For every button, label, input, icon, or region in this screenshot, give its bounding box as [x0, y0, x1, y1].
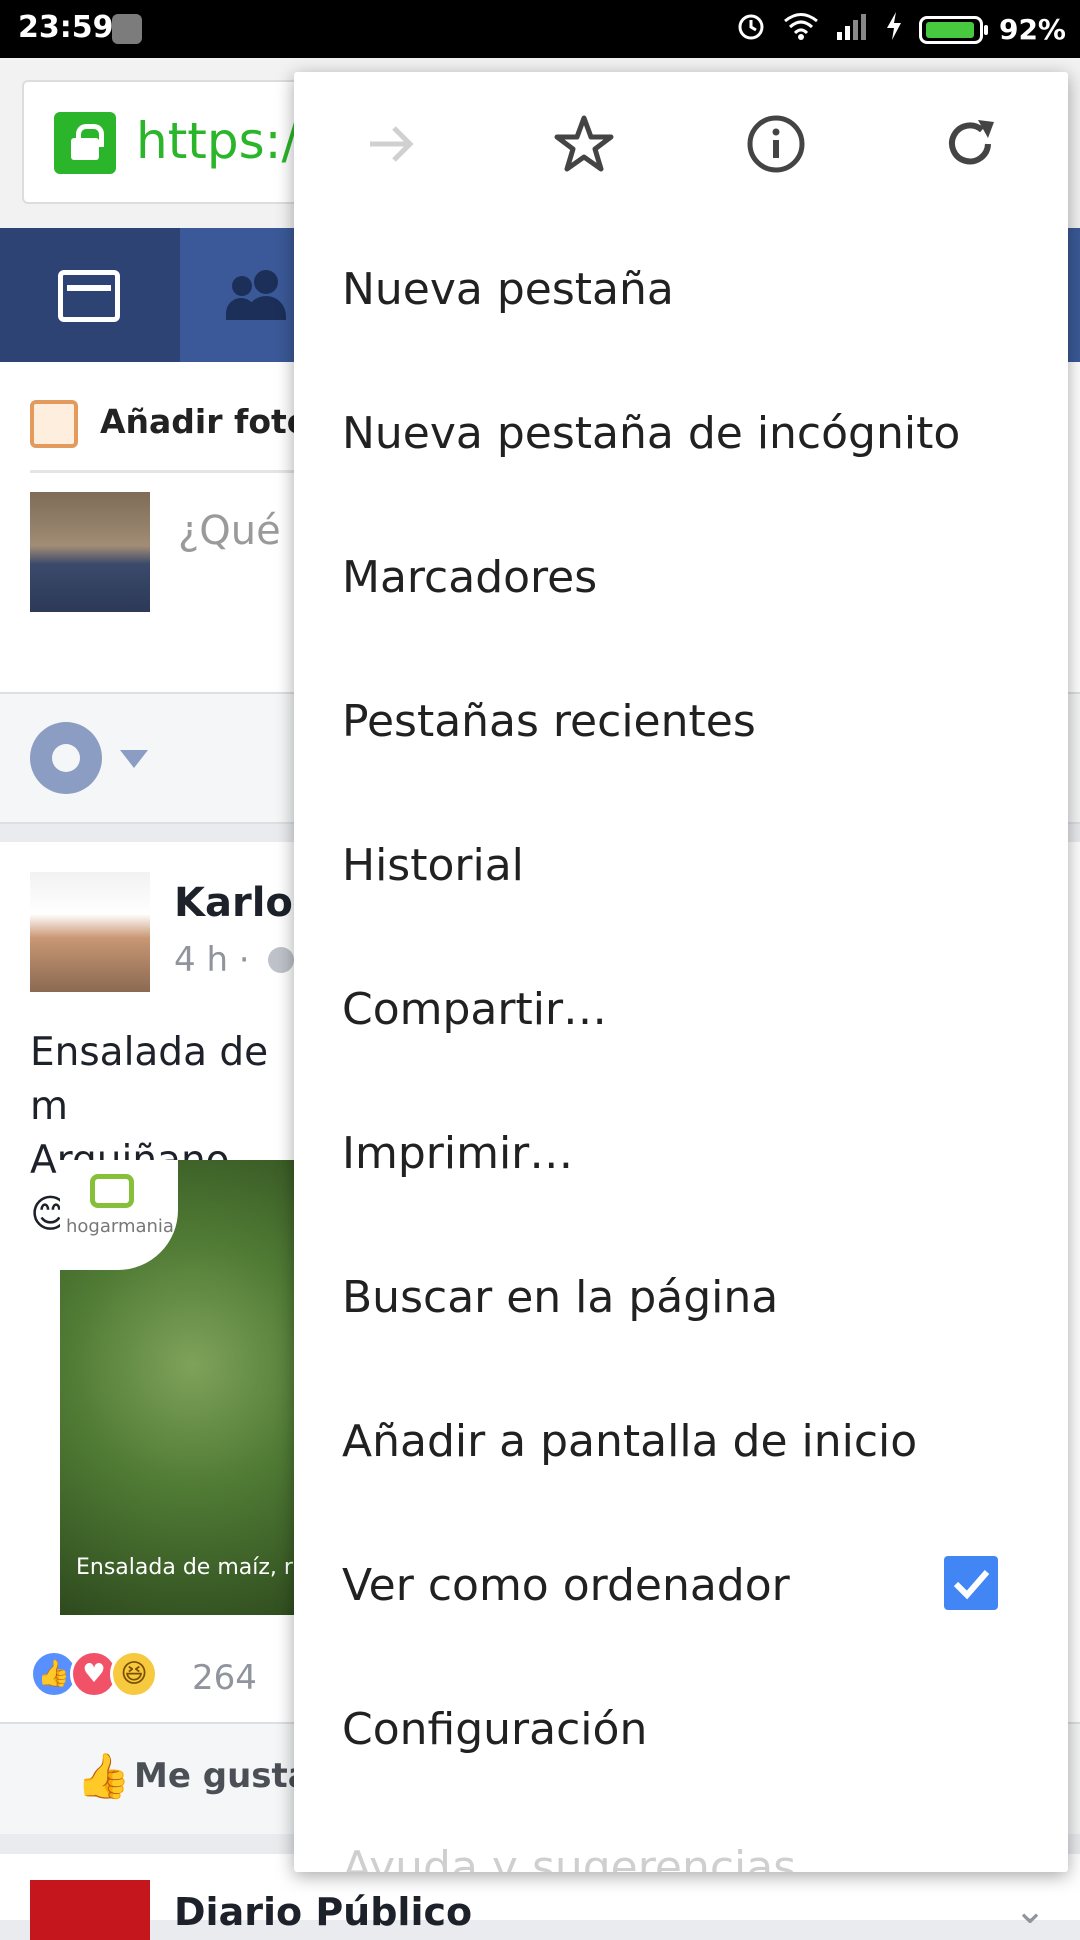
menu-item-history[interactable]: Historial — [342, 806, 1032, 926]
menu-item-find-in-page[interactable]: Buscar en la página — [342, 1238, 1032, 1358]
next-post-avatar[interactable] — [30, 1880, 150, 1940]
menu-item-share[interactable]: Compartir… — [342, 950, 1032, 1070]
lock-icon — [54, 112, 116, 174]
browser-overflow-menu: Nueva pestaña Nueva pestaña de incógnito… — [294, 72, 1068, 1872]
caret-down-icon[interactable] — [120, 750, 148, 768]
alarm-icon — [735, 10, 767, 49]
desktop-site-checkbox[interactable] — [944, 1556, 998, 1610]
like-button[interactable]: Me gusta — [134, 1756, 311, 1796]
star-icon[interactable] — [552, 112, 616, 176]
url-text[interactable]: https:// — [136, 112, 315, 170]
hogarmania-logo: hogarmania — [60, 1160, 178, 1270]
post-timestamp: 4 h · — [174, 940, 296, 980]
tv-house-icon — [90, 1174, 134, 1208]
globe-icon — [268, 947, 295, 973]
charging-icon — [885, 11, 903, 48]
reload-icon[interactable] — [938, 112, 1002, 176]
tab-news-feed[interactable] — [0, 228, 180, 362]
photo-icon — [30, 400, 78, 448]
wifi-icon — [783, 12, 819, 47]
news-feed-icon — [58, 270, 120, 322]
status-icons: 92% — [735, 10, 1066, 49]
menu-item-settings[interactable]: Configuración — [342, 1670, 1032, 1790]
menu-item-print[interactable]: Imprimir… — [342, 1094, 1032, 1214]
menu-item-add-to-home[interactable]: Añadir a pantalla de inicio — [342, 1382, 1032, 1502]
post-image[interactable]: hogarmania Ensalada de maíz, r — [60, 1160, 300, 1615]
menu-item-bookmarks[interactable]: Marcadores — [342, 518, 1032, 638]
menu-item-new-tab[interactable]: Nueva pestaña — [342, 230, 1032, 350]
battery-icon — [918, 15, 988, 44]
post-time-text: 4 h · — [174, 940, 250, 980]
battery-percent: 92% — [998, 13, 1066, 46]
reactions[interactable]: 👍 ♥ 😆 — [30, 1650, 158, 1698]
logo-text: hogarmania — [66, 1216, 174, 1237]
status-bar: 23:59 92% — [0, 0, 1080, 58]
status-time: 23:59 — [18, 10, 114, 45]
next-post-author[interactable]: Diario Público — [174, 1890, 472, 1934]
gear-icon[interactable] — [30, 722, 102, 794]
image-caption: Ensalada de maíz, r — [76, 1555, 293, 1580]
haha-reaction-icon: 😆 — [110, 1650, 158, 1698]
menu-icon-row — [294, 72, 1068, 220]
info-icon[interactable] — [744, 112, 808, 176]
reaction-count[interactable]: 264 — [192, 1658, 257, 1698]
menu-item-recent-tabs[interactable]: Pestañas recientes — [342, 662, 1032, 782]
avatar[interactable] — [30, 492, 150, 612]
forward-arrow-icon[interactable] — [360, 112, 424, 176]
thumbs-up-icon: 👍 — [76, 1751, 131, 1802]
chevron-down-icon[interactable]: ⌄ — [1014, 1888, 1046, 1932]
signal-icon — [835, 12, 869, 47]
menu-item-desktop-site[interactable]: Ver como ordenador — [342, 1526, 1032, 1646]
friends-icon[interactable] — [226, 270, 292, 320]
post-author-avatar[interactable] — [30, 872, 150, 992]
app-icon — [112, 14, 142, 44]
menu-item-incognito-tab[interactable]: Nueva pestaña de incógnito — [342, 374, 1032, 494]
menu-item-help[interactable]: Ayuda y sugerencias — [342, 1808, 1032, 1872]
